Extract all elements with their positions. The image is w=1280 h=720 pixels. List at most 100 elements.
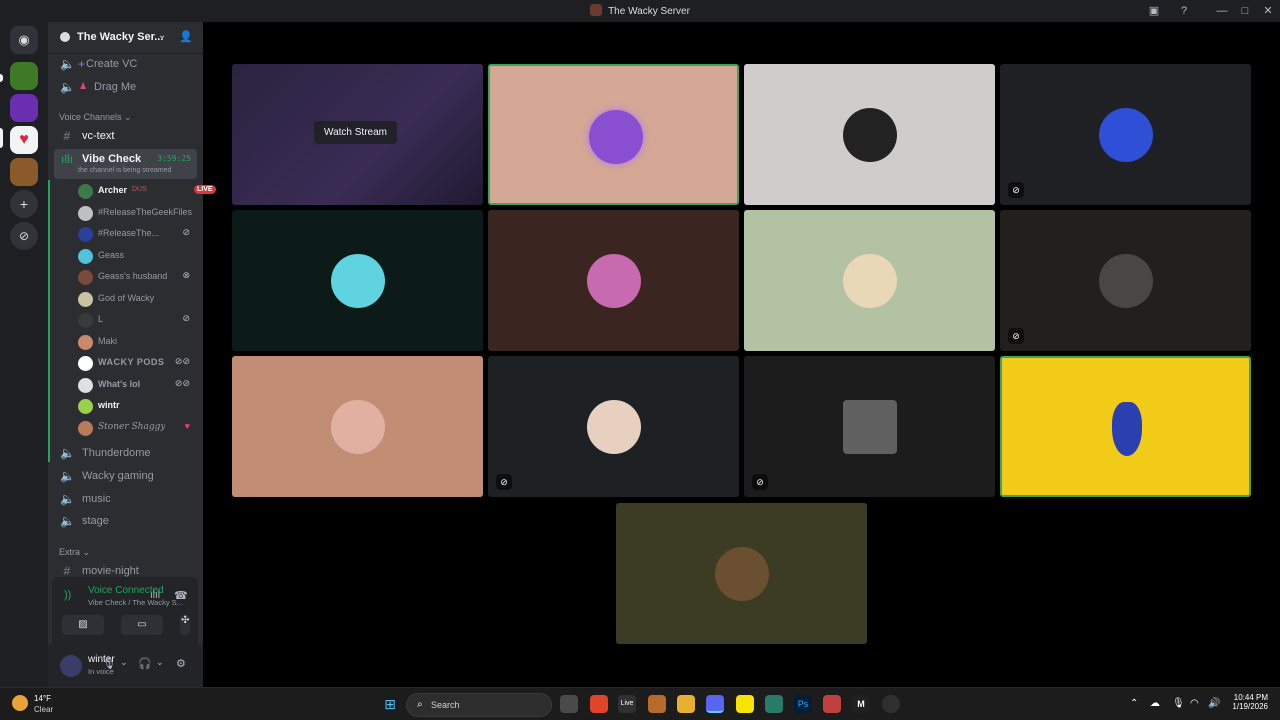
member-wacky-pods[interactable]: WACKY PODS ⊘⊘ [76,353,194,373]
avatar [78,270,93,285]
channel-vc-text[interactable]: # vc-text [54,126,197,146]
avatar [1112,402,1142,456]
server-header[interactable]: The Wacky Ser... ⌄ 👤 [48,22,203,54]
vc-timer: 3:59:25 [157,154,191,163]
participant-tile[interactable]: ⊘ [1000,64,1251,205]
server-dot-icon [60,32,70,42]
settings-icon[interactable]: ⚙ [176,657,186,670]
member-geass-husband[interactable]: Geass's husband ⊗ [76,267,194,287]
task-view-icon[interactable] [560,695,578,713]
member-l[interactable]: L ⊘ [76,310,194,330]
channel-stage[interactable]: 🔈 stage [54,511,197,531]
wifi-icon[interactable]: ◠ [1190,698,1199,709]
participant-tile[interactable]: ⊘ [1000,210,1251,351]
brave-browser-icon[interactable] [590,695,608,713]
channel-wacky-gaming[interactable]: 🔈 Wacky gaming [54,466,197,486]
watch-stream-button[interactable]: Watch Stream [314,121,397,144]
member-geass[interactable]: Geass [76,246,194,266]
participant-tile[interactable] [744,210,995,351]
server-icon-turd-island[interactable] [10,62,38,90]
channel-label: Drag Me [94,81,137,93]
close-button[interactable]: ✕ [1260,3,1276,19]
participant-tile[interactable] [232,356,483,497]
participant-tile[interactable] [488,64,739,205]
taskbar-search[interactable]: ⌕ Search [406,693,552,717]
microphone-icon[interactable]: 🎙 [102,657,116,670]
app-icon[interactable] [765,695,783,713]
member-name: wintr [98,400,120,410]
windows-start-icon[interactable]: ⊞ [381,695,399,713]
heart-icon[interactable]: ♥ [10,126,38,154]
discord-taskbar-icon[interactable] [706,695,724,713]
camera-toggle-button[interactable]: ▨ [62,615,104,635]
xbox-icon: ⊗ [182,270,190,280]
app-icon[interactable]: M [852,695,870,713]
server-icon-wacky[interactable] [10,158,38,186]
avatar [1099,254,1153,308]
muted-icon: ⊘⊘ [174,356,190,366]
screen-share-button[interactable]: ▭ [121,615,163,635]
maximize-button[interactable]: □ [1237,3,1253,19]
member-wintr[interactable]: wintr [76,396,194,416]
server-icon-purple[interactable] [10,94,38,122]
live-app-icon[interactable]: Live [618,695,636,713]
chrome-icon[interactable] [882,695,900,713]
invite-icon[interactable]: 👤 [179,30,193,44]
file-explorer-icon[interactable] [677,695,695,713]
participant-tile[interactable] [232,210,483,351]
avatar [843,254,897,308]
chevron-down-icon: ⌄ [158,30,167,41]
chevron-up-icon[interactable]: ⌃ [1130,698,1138,709]
stream-tile[interactable]: Watch Stream [232,64,483,205]
member-maki[interactable]: Maki [76,332,194,352]
participant-tile[interactable] [616,503,867,644]
participant-tile[interactable] [1000,356,1251,497]
participant-tile[interactable]: ⊘ [488,356,739,497]
inbox-icon[interactable]: ▣ [1146,3,1162,19]
channel-create-vc[interactable]: 🔈 Create VC + [54,54,197,74]
avatar [78,227,93,242]
speaker-icon: 🔈 [60,469,75,483]
member-whats-lol[interactable]: What's lol ⊘⊘ [76,375,194,395]
channel-music[interactable]: 🔈 music [54,489,197,509]
member-stoner-shaggy[interactable]: Stoner Shaggy ♥ [76,418,194,438]
member-release1[interactable]: #ReleaseTheGeekFiles [76,203,194,223]
avatar [78,356,93,371]
member-name: L [98,314,104,324]
snapchat-icon[interactable] [736,695,754,713]
add-server-icon[interactable]: + [10,190,38,218]
participant-tile[interactable]: ⊘ [744,356,995,497]
minimize-button[interactable]: — [1214,3,1230,19]
member-archer[interactable]: Archer DUS LIVE [76,181,216,201]
participant-tile[interactable] [488,210,739,351]
compass-icon[interactable]: ⊘ [10,222,38,250]
channel-drag-me[interactable]: 🔈 ♟ Drag Me [54,77,197,97]
headphones-icon[interactable]: 🎧 [138,657,152,670]
chevron-down-icon[interactable]: ⌄ [120,657,128,668]
signal-icon[interactable]: )) [64,589,71,601]
member-god-of-wacky[interactable]: God of Wacky [76,289,194,309]
participant-tile[interactable] [744,64,995,205]
disconnect-icon[interactable]: ☎ [174,589,188,602]
microphone-icon[interactable]: 🎙 [1172,698,1185,709]
help-icon[interactable]: ? [1176,3,1192,19]
chevron-down-icon[interactable]: ⌄ [156,657,164,668]
volume-icon[interactable]: 🔊 [1208,698,1220,709]
clock[interactable]: 10:44 PM 1/19/2026 [1222,693,1268,711]
avatar[interactable] [60,655,82,677]
channel-thunderdome[interactable]: 🔈 Thunderdome [54,443,197,463]
category-extra[interactable]: Extra ⌄ [59,547,90,558]
member-release2[interactable]: #ReleaseThe... ⊘ [76,224,194,244]
avatar [78,399,93,414]
cloud-icon[interactable]: ☁ [1150,698,1160,709]
app-icon[interactable] [823,695,841,713]
discord-home-icon[interactable]: ◉ [10,26,38,54]
app-icon[interactable] [648,695,666,713]
photoshop-icon[interactable]: Ps [794,695,812,713]
selected-pill [0,128,3,148]
noise-suppression-icon[interactable]: ılıl [150,590,160,601]
category-voice-channels[interactable]: Voice Channels ⌄ [59,112,132,123]
activities-icon[interactable]: ✣ [181,615,189,626]
voice-channel-location[interactable]: Vibe Check / The Wacky S... [88,598,183,607]
channel-vibe-check[interactable]: ıllı Vibe Check 3:59:25 the channel is b… [54,149,197,179]
